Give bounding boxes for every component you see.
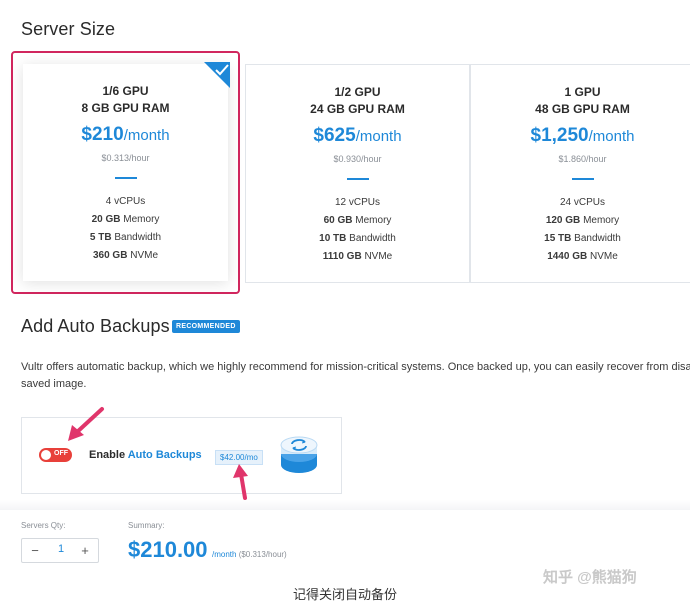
plan-memory-amount: 20 GB [91, 214, 121, 225]
qty-value[interactable]: 1 [52, 543, 70, 555]
summary-rate: /month ($0.313/hour) [212, 550, 287, 559]
plan-hourly: $1.860/hour [558, 154, 607, 164]
plan-card-1-gpu[interactable]: 1 GPU 48 GB GPU RAM $1,250/month $1.860/… [470, 64, 690, 283]
plan-content: 1/6 GPU 8 GB GPU RAM $210/month $0.313/h… [13, 83, 238, 265]
plan-price: $1,250/month [471, 124, 690, 149]
plan-storage-unit: NVMe [130, 250, 159, 261]
summary-price: $210.00 [128, 537, 208, 562]
plan-bandwidth-unit: Bandwidth [574, 233, 621, 244]
plan-content: 1 GPU 48 GB GPU RAM $1,250/month $1.860/… [471, 84, 690, 266]
servers-qty-label: Servers Qty: [21, 521, 66, 530]
plan-bandwidth: 10 TB Bandwidth [246, 230, 469, 248]
plan-gpu-ram: 8 GB GPU RAM [81, 101, 170, 115]
arrow-to-price-icon [233, 464, 248, 500]
add-backups-heading: Add Auto Backups [21, 316, 170, 336]
backup-disk-icon [278, 432, 320, 483]
plan-vcpus: 4 vCPUs [105, 196, 146, 207]
plan-content: 1/2 GPU 24 GB GPU RAM $625/month $0.930/… [246, 84, 469, 266]
plan-gpu: 1/6 GPU [102, 84, 149, 98]
plan-memory-unit: Memory [123, 214, 160, 225]
plan-card-1-2-gpu[interactable]: 1/2 GPU 24 GB GPU RAM $625/month $0.930/… [245, 64, 470, 283]
plan-bandwidth-unit: Bandwidth [114, 232, 162, 243]
plan-price: $210/month [13, 123, 238, 148]
plan-storage: 1440 GB NVMe [471, 248, 690, 266]
qty-increment-button[interactable]: + [78, 543, 92, 558]
recommended-badge: RECOMMENDED [172, 320, 240, 333]
plan-memory: 60 GB Memory [246, 212, 469, 230]
summary-hourly: ($0.313/hour) [236, 550, 287, 559]
plan-memory-amount: 120 GB [545, 215, 581, 226]
summary-label: Summary: [128, 521, 165, 530]
plan-memory-amount: 60 GB [323, 215, 353, 226]
plan-bandwidth-amount: 10 TB [319, 233, 347, 244]
plan-storage-amount: 360 GB [92, 250, 128, 261]
plan-storage-amount: 1440 GB [547, 251, 588, 262]
server-size-heading: Server Size [21, 19, 116, 39]
plan-gpu: 1/2 GPU [334, 85, 381, 99]
plan-bandwidth: 5 TB Bandwidth [13, 229, 238, 247]
plan-price-per: /month [355, 128, 402, 145]
plan-price: $625/month [246, 124, 469, 149]
plan-divider [571, 178, 594, 180]
plan-storage-unit: NVMe [364, 251, 393, 262]
plan-vcpus: 24 vCPUs [559, 197, 605, 208]
plan-divider [114, 177, 137, 179]
plan-bandwidth: 15 TB Bandwidth [471, 230, 690, 248]
auto-backups-text: Auto Backups [127, 449, 202, 461]
qty-decrement-button[interactable]: − [28, 543, 42, 558]
summary-per-month: /month [212, 550, 237, 559]
plan-storage-amount: 1110 GB [322, 251, 362, 262]
backups-description: Vultr offers automatic backup, which we … [21, 359, 690, 393]
quantity-stepper: − 1 + [21, 538, 99, 563]
plan-gpu: 1 GPU [564, 85, 601, 99]
plan-divider [346, 178, 369, 180]
plan-price-value: $210 [81, 124, 124, 145]
backups-description-line2: saved image. [21, 378, 87, 390]
plan-bandwidth-unit: Bandwidth [349, 233, 396, 244]
plan-memory-unit: Memory [583, 215, 620, 226]
plan-price-value: $1,250 [530, 125, 589, 146]
toggle-knob [41, 450, 51, 460]
plan-vcpus: 12 vCPUs [334, 197, 380, 208]
caption: 记得关闭自动备份 [292, 587, 397, 602]
enable-text: Enable [89, 449, 128, 461]
enable-backups-label: Enable Auto Backups [89, 449, 202, 461]
plan-memory-unit: Memory [355, 215, 392, 226]
plan-bandwidth-amount: 15 TB [544, 233, 572, 244]
plan-gpu-ram: 24 GB GPU RAM [310, 102, 405, 116]
plan-storage-unit: NVMe [590, 251, 618, 262]
plan-hourly: $0.930/hour [333, 154, 382, 164]
plan-card-1-6-gpu[interactable]: 1/6 GPU 8 GB GPU RAM $210/month $0.313/h… [11, 51, 240, 294]
plan-gpu-ram: 48 GB GPU RAM [535, 102, 630, 116]
plan-price-value: $625 [313, 125, 356, 146]
plan-price-per: /month [588, 128, 635, 145]
plan-bandwidth-amount: 5 TB [89, 232, 112, 243]
plan-memory: 20 GB Memory [13, 211, 238, 229]
plan-hourly: $0.313/hour [101, 153, 150, 163]
plan-storage: 1110 GB NVMe [246, 248, 469, 266]
toggle-state-label: OFF [54, 450, 68, 457]
plan-memory: 120 GB Memory [471, 212, 690, 230]
plan-storage: 360 GB NVMe [13, 247, 238, 265]
auto-backups-toggle[interactable]: OFF [39, 448, 72, 462]
arrow-to-toggle-icon [68, 407, 104, 441]
footer-divider [0, 500, 690, 510]
backups-description-line1: Vultr offers automatic backup, which we … [21, 361, 690, 373]
plan-price-per: /month [123, 127, 170, 144]
